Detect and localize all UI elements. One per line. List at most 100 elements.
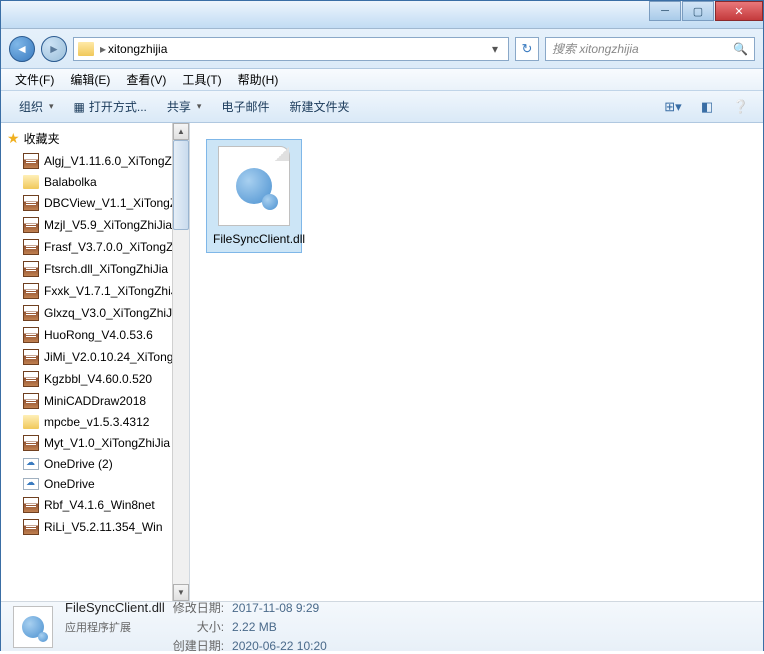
details-size-value: 2.22 MB — [232, 620, 327, 634]
view-mode-button[interactable]: ⊞▾ — [659, 96, 687, 118]
tree-item[interactable]: OneDrive (2) — [1, 454, 173, 474]
toolbar-open-with[interactable]: ▦ 打开方式... — [64, 94, 157, 119]
menu-view[interactable]: 查看(V) — [118, 69, 174, 90]
scroll-track[interactable] — [173, 140, 189, 584]
menu-bar: 文件(F) 编辑(E) 查看(V) 工具(T) 帮助(H) — [1, 69, 763, 91]
tree-item[interactable]: Glxzq_V3.0_XiTongZhiJia — [1, 302, 173, 324]
rar-icon — [23, 497, 39, 513]
tree-item[interactable]: Frasf_V3.7.0.0_XiTongZhiJia — [1, 236, 173, 258]
tree-item[interactable]: OneDrive — [1, 474, 173, 494]
tree-item[interactable]: Fxxk_V1.7.1_XiTongZhiJia — [1, 280, 173, 302]
scroll-up-arrow[interactable]: ▲ — [173, 123, 189, 140]
tree-item[interactable]: MiniCADDraw2018 — [1, 390, 173, 412]
maximize-button[interactable]: ▢ — [682, 1, 714, 21]
rar-icon — [23, 305, 39, 321]
rar-icon — [23, 283, 39, 299]
rar-icon — [23, 349, 39, 365]
details-size-label: 大小: — [173, 618, 224, 635]
tree-item-label: Algj_V1.11.6.0_XiTongZhiJia — [44, 154, 173, 168]
sidebar-scrollbar[interactable]: ▲ ▼ — [172, 123, 189, 601]
tree-item-label: Fxxk_V1.7.1_XiTongZhiJia — [44, 284, 173, 298]
tree-item-label: Glxzq_V3.0_XiTongZhiJia — [44, 306, 173, 320]
toolbar-email[interactable]: 电子邮件 — [211, 94, 279, 119]
folder-icon — [78, 42, 94, 56]
tree-item-label: RiLi_V5.2.11.354_Win — [44, 520, 163, 534]
command-toolbar: 组织 ▦ 打开方式... 共享 电子邮件 新建文件夹 ⊞▾ ◧ ❔ — [1, 91, 763, 123]
rar-icon — [23, 371, 39, 387]
file-name-label: FileSyncClient.dll — [213, 232, 295, 246]
toolbar-share[interactable]: 共享 — [157, 94, 212, 119]
tree-item-label: mpcbe_v1.5.3.4312 — [44, 415, 149, 429]
tree-item-label: Frasf_V3.7.0.0_XiTongZhiJia — [44, 240, 173, 254]
open-with-label: 打开方式... — [89, 98, 147, 115]
nav-forward-button[interactable]: ► — [41, 36, 67, 62]
tree-item-label: MiniCADDraw2018 — [44, 394, 146, 408]
onedrive-icon — [23, 458, 39, 470]
tree-item[interactable]: Balabolka — [1, 172, 173, 192]
rar-icon — [23, 435, 39, 451]
favorites-header[interactable]: ★ 收藏夹 — [1, 127, 173, 150]
preview-pane-button[interactable]: ◧ — [693, 96, 721, 118]
breadcrumb-segment[interactable]: xitongzhijia — [108, 42, 167, 56]
tree-item[interactable]: Rbf_V4.1.6_Win8net — [1, 494, 173, 516]
search-icon: 🔍 — [733, 42, 748, 56]
details-filename: FileSyncClient.dll — [65, 600, 165, 615]
rar-icon — [23, 261, 39, 277]
details-modified-value: 2017-11-08 9:29 — [232, 601, 327, 615]
tree-item[interactable]: DBCView_V1.1_XiTongZhiJia — [1, 192, 173, 214]
tree-item-label: OneDrive — [44, 477, 95, 491]
minimize-button[interactable]: ─ — [649, 1, 681, 21]
tree-item[interactable]: HuoRong_V4.0.53.6 — [1, 324, 173, 346]
toolbar-organize[interactable]: 组织 — [9, 94, 64, 119]
menu-file[interactable]: 文件(F) — [7, 69, 62, 90]
close-button[interactable]: ✕ — [715, 1, 763, 21]
file-list-view[interactable]: FileSyncClient.dll — [190, 123, 763, 601]
search-placeholder: 搜索 xitongzhijia — [552, 40, 639, 57]
tree-item[interactable]: mpcbe_v1.5.3.4312 — [1, 412, 173, 432]
toolbar-right: ⊞▾ ◧ ❔ — [659, 96, 755, 118]
tree-item[interactable]: Myt_V1.0_XiTongZhiJia — [1, 432, 173, 454]
search-input[interactable]: 搜索 xitongzhijia 🔍 — [545, 37, 755, 61]
favorites-label: 收藏夹 — [24, 130, 60, 147]
tree-item-label: Myt_V1.0_XiTongZhiJia — [44, 436, 170, 450]
navigation-bar: ◄ ► ▸ xitongzhijia ▾ ↻ 搜索 xitongzhijia 🔍 — [1, 29, 763, 69]
window-titlebar: ─ ▢ ✕ — [1, 1, 763, 29]
tree-view: ★ 收藏夹 Algj_V1.11.6.0_XiTongZhiJia Balabol… — [1, 123, 173, 542]
menu-edit[interactable]: 编辑(E) — [62, 69, 118, 90]
menu-help[interactable]: 帮助(H) — [230, 69, 287, 90]
help-button[interactable]: ❔ — [727, 96, 755, 118]
rar-icon — [23, 327, 39, 343]
tree-item[interactable]: Ftsrch.dll_XiTongZhiJia — [1, 258, 173, 280]
tree-item-label: DBCView_V1.1_XiTongZhiJia — [44, 196, 173, 210]
refresh-button[interactable]: ↻ — [515, 37, 539, 61]
scroll-thumb[interactable] — [173, 140, 189, 230]
details-filetype: 应用程序扩展 — [65, 619, 165, 635]
address-dropdown[interactable]: ▾ — [486, 42, 504, 56]
file-item[interactable]: FileSyncClient.dll — [206, 139, 302, 253]
rar-icon — [23, 239, 39, 255]
nav-back-button[interactable]: ◄ — [9, 36, 35, 62]
breadcrumb-separator: ▸ — [98, 42, 108, 56]
tree-item-label: Balabolka — [44, 175, 97, 189]
tree-item-label: Kgzbbl_V4.60.0.520 — [44, 372, 152, 386]
rar-icon — [23, 153, 39, 169]
star-icon: ★ — [7, 130, 20, 147]
tree-item[interactable]: Kgzbbl_V4.60.0.520 — [1, 368, 173, 390]
rar-icon — [23, 217, 39, 233]
tree-item[interactable]: RiLi_V5.2.11.354_Win — [1, 516, 173, 538]
onedrive-icon — [23, 478, 39, 490]
tree-item[interactable]: Mzjl_V5.9_XiTongZhiJia — [1, 214, 173, 236]
folder-icon — [23, 175, 39, 189]
toolbar-new-folder[interactable]: 新建文件夹 — [279, 94, 359, 119]
tree-item-label: HuoRong_V4.0.53.6 — [44, 328, 153, 342]
tree-item[interactable]: JiMi_V2.0.10.24_XiTongZhiJia — [1, 346, 173, 368]
details-pane: FileSyncClient.dll 修改日期: 2017-11-08 9:29… — [1, 601, 763, 651]
address-bar[interactable]: ▸ xitongzhijia ▾ — [73, 37, 509, 61]
tree-item-label: Ftsrch.dll_XiTongZhiJia — [44, 262, 168, 276]
window-controls: ─ ▢ ✕ — [648, 1, 763, 21]
tree-item[interactable]: Algj_V1.11.6.0_XiTongZhiJia — [1, 150, 173, 172]
scroll-down-arrow[interactable]: ▼ — [173, 584, 189, 601]
menu-tools[interactable]: 工具(T) — [174, 69, 229, 90]
open-with-icon: ▦ — [74, 100, 85, 114]
gear-icon — [236, 168, 272, 204]
